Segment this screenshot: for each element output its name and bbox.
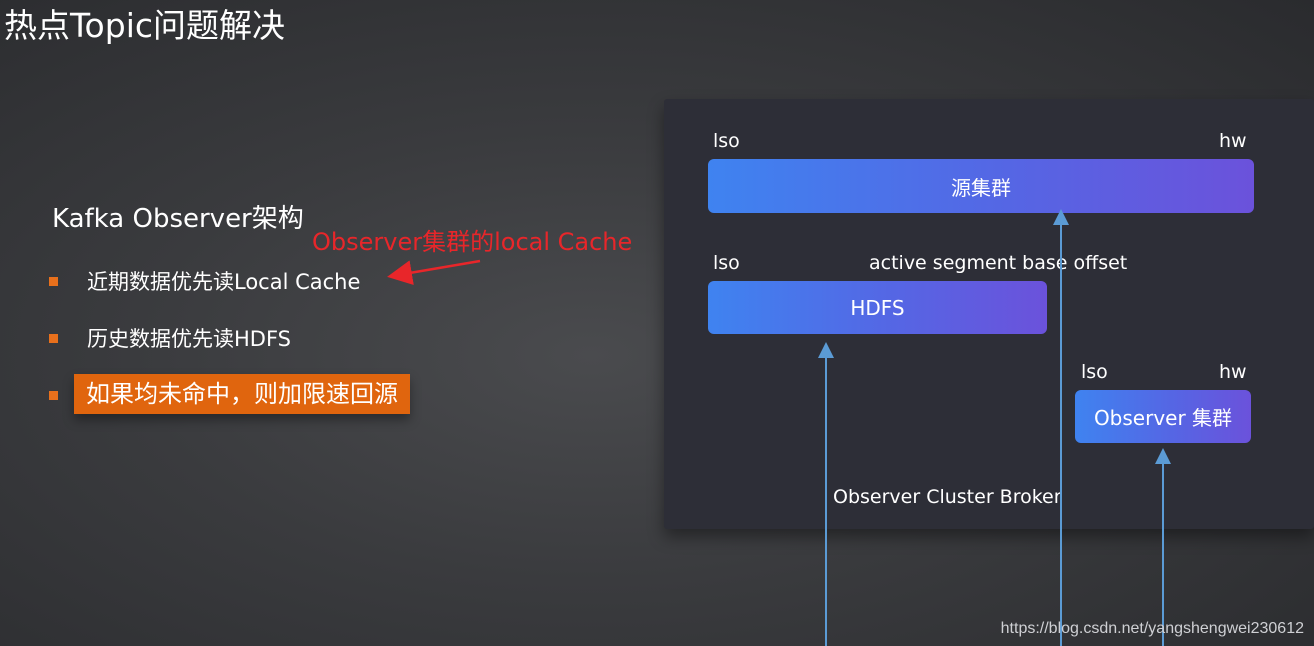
observer-lso-label: lso: [1081, 361, 1108, 383]
hdfs-bar: HDFS: [708, 281, 1047, 334]
bullet-marker: [49, 277, 58, 286]
source-hw-label: hw: [1219, 130, 1247, 152]
bullet-marker: [49, 334, 58, 343]
hdfs-lso-label: lso: [713, 252, 740, 274]
observer-hw-label: hw: [1219, 361, 1247, 383]
bullet-marker: [49, 391, 58, 400]
source-lso-label: lso: [713, 130, 740, 152]
watermark-url: https://blog.csdn.net/yangshengwei230612: [1000, 620, 1304, 637]
source-cluster-bar: 源集群: [708, 159, 1254, 213]
observer-cluster-bar: Observer 集群: [1075, 390, 1251, 443]
diagram-panel: lso hw 源集群 lso active segment base offse…: [664, 99, 1314, 529]
bullet-item-recent-data: 近期数据优先读Local Cache: [87, 270, 361, 294]
bullet-item-fallback: 如果均未命中，则加限速回源: [74, 374, 410, 414]
section-subtitle: Kafka Observer架构: [52, 204, 304, 234]
page-title: 热点Topic问题解决: [4, 6, 285, 45]
hdfs-offset-label: active segment base offset: [869, 252, 1128, 274]
annotation-label: Observer集群的local Cache: [312, 228, 633, 256]
bullet-item-historical-data: 历史数据优先读HDFS: [87, 327, 292, 351]
broker-label: Observer Cluster Broker: [833, 486, 1062, 508]
